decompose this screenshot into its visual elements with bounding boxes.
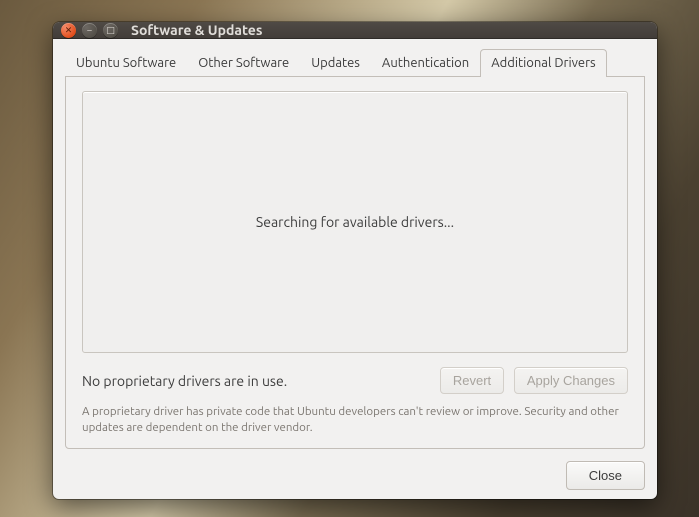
- proprietary-fineprint: A proprietary driver has private code th…: [82, 404, 622, 436]
- software-updates-window: ✕ – □ Software & Updates Ubuntu Software…: [53, 22, 657, 499]
- apply-changes-button: Apply Changes: [514, 367, 628, 394]
- status-row: No proprietary drivers are in use. Rever…: [82, 367, 628, 394]
- close-icon: ✕: [65, 26, 73, 35]
- action-buttons: Revert Apply Changes: [440, 367, 628, 394]
- tab-updates[interactable]: Updates: [300, 49, 371, 77]
- window-minimize-button[interactable]: –: [82, 23, 97, 38]
- maximize-icon: □: [106, 26, 115, 35]
- drivers-list-well: Searching for available drivers...: [82, 91, 628, 353]
- searching-label: Searching for available drivers...: [256, 214, 454, 230]
- proprietary-status: No proprietary drivers are in use.: [82, 373, 287, 389]
- revert-button: Revert: [440, 367, 504, 394]
- window-maximize-button[interactable]: □: [103, 23, 118, 38]
- dialog-footer: Close: [53, 461, 657, 499]
- tab-other-software[interactable]: Other Software: [187, 49, 300, 77]
- tab-additional-drivers[interactable]: Additional Drivers: [480, 49, 606, 77]
- tab-ubuntu-software[interactable]: Ubuntu Software: [65, 49, 187, 77]
- window-titlebar[interactable]: ✕ – □ Software & Updates: [53, 22, 657, 39]
- minimize-icon: –: [87, 26, 91, 35]
- tab-authentication[interactable]: Authentication: [371, 49, 480, 77]
- window-buttons: ✕ – □: [61, 23, 118, 38]
- close-button[interactable]: Close: [566, 461, 645, 490]
- additional-drivers-panel: Searching for available drivers... No pr…: [65, 76, 645, 449]
- window-title: Software & Updates: [131, 22, 262, 38]
- tabs: Ubuntu Software Other Software Updates A…: [65, 49, 645, 77]
- window-close-button[interactable]: ✕: [61, 23, 76, 38]
- window-body: Ubuntu Software Other Software Updates A…: [53, 39, 657, 461]
